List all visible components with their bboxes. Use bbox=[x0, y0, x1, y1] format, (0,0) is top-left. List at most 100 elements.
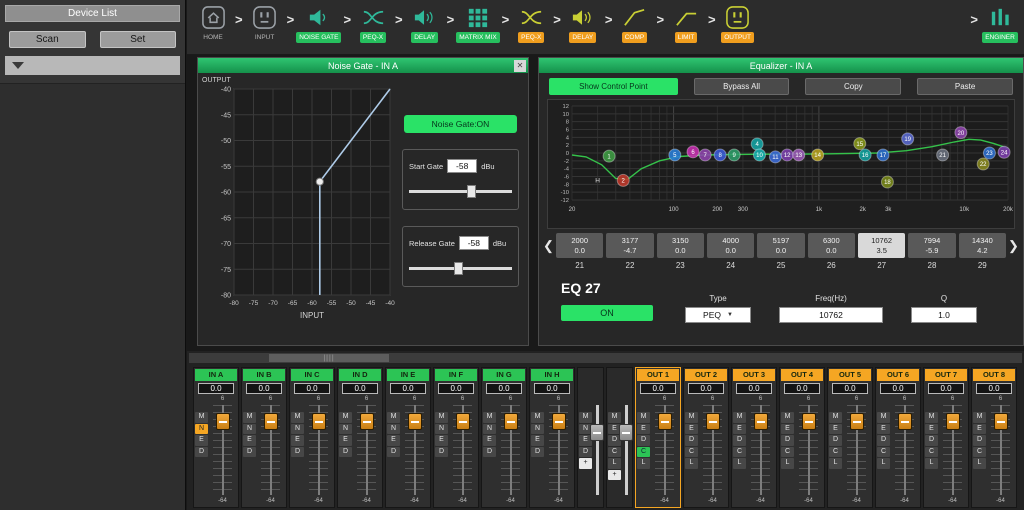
fader[interactable] bbox=[621, 396, 631, 504]
channel-gain-value[interactable]: 0.0 bbox=[534, 383, 570, 394]
fader-handle[interactable] bbox=[590, 424, 604, 441]
eq-point-13[interactable]: 13 bbox=[793, 149, 805, 161]
eq-point-2[interactable]: 2 bbox=[617, 174, 629, 186]
delay-button[interactable]: D bbox=[685, 435, 698, 446]
paste-button[interactable]: Paste bbox=[917, 78, 1013, 95]
close-icon[interactable]: ✕ bbox=[514, 60, 526, 72]
mute-button[interactable]: M bbox=[733, 412, 746, 423]
fader[interactable]: 6-64 bbox=[352, 396, 381, 504]
module-limit[interactable]: LIMIT bbox=[664, 3, 708, 43]
eq-point-9[interactable]: 9 bbox=[728, 149, 740, 161]
channels-scrollbar-handle[interactable]: |||| bbox=[269, 354, 389, 362]
eq-point-5[interactable]: 5 bbox=[669, 149, 681, 161]
band-cell-23[interactable]: 31500.0 bbox=[657, 233, 704, 258]
mute-button[interactable]: M bbox=[435, 412, 448, 423]
delay-button[interactable]: D bbox=[483, 447, 496, 458]
delay-button[interactable]: D bbox=[243, 447, 256, 458]
eq-button[interactable]: E bbox=[195, 435, 208, 446]
module-delay[interactable]: DELAY bbox=[403, 3, 447, 43]
bypass-all-button[interactable]: Bypass All bbox=[694, 78, 790, 95]
mute-button[interactable]: M bbox=[608, 412, 621, 423]
delay-button[interactable]: D bbox=[435, 447, 448, 458]
fader[interactable]: 6-64 bbox=[256, 396, 285, 504]
delay-button[interactable]: D bbox=[579, 447, 592, 458]
eq-button[interactable]: E bbox=[829, 424, 842, 435]
noise-gate-title-bar[interactable]: Noise Gate - IN A ✕ bbox=[198, 58, 528, 73]
comp-button[interactable]: C bbox=[925, 447, 938, 458]
bands-prev-arrow[interactable]: ❮ bbox=[541, 233, 556, 258]
delay-button[interactable]: D bbox=[195, 447, 208, 458]
channel-gain-value[interactable]: 0.0 bbox=[880, 383, 916, 394]
show-control-point-button[interactable]: Show Control Point bbox=[549, 78, 678, 95]
eq-button[interactable]: E bbox=[387, 435, 400, 446]
scan-button[interactable]: Scan bbox=[9, 31, 86, 48]
channel-label[interactable]: OUT 3 bbox=[733, 369, 775, 381]
channel-gain-value[interactable]: 0.0 bbox=[832, 383, 868, 394]
eq-button[interactable]: E bbox=[781, 424, 794, 435]
module-matrix-mix[interactable]: MATRIX MIX bbox=[454, 3, 501, 43]
channel-gain-value[interactable]: 0.0 bbox=[198, 383, 234, 394]
fader[interactable]: 6-64 bbox=[842, 396, 871, 504]
mute-button[interactable]: M bbox=[781, 412, 794, 423]
fader-handle[interactable] bbox=[360, 413, 374, 430]
fader[interactable]: 6-64 bbox=[304, 396, 333, 504]
eq-button[interactable]: E bbox=[877, 424, 890, 435]
noise-gate-button[interactable]: N bbox=[387, 424, 400, 435]
fader-handle[interactable] bbox=[216, 413, 230, 430]
channel-label[interactable]: IN A bbox=[195, 369, 237, 381]
module-peq-x[interactable]: PEQ-X bbox=[351, 3, 395, 43]
eq-point-22[interactable]: 22 bbox=[977, 158, 989, 170]
channel-gain-value[interactable]: 0.0 bbox=[390, 383, 426, 394]
channel-label[interactable]: OUT 8 bbox=[973, 369, 1015, 381]
fader-handle[interactable] bbox=[312, 413, 326, 430]
channel-gain-value[interactable]: 0.0 bbox=[784, 383, 820, 394]
fader[interactable]: 6-64 bbox=[544, 396, 573, 504]
delay-button[interactable]: D bbox=[291, 447, 304, 458]
module-comp[interactable]: COMP bbox=[612, 3, 656, 43]
delay-button[interactable]: D bbox=[339, 447, 352, 458]
mute-button[interactable]: M bbox=[291, 412, 304, 423]
eq-button[interactable]: E bbox=[733, 424, 746, 435]
mute-button[interactable]: M bbox=[925, 412, 938, 423]
fader-handle[interactable] bbox=[994, 413, 1008, 430]
noise-gate-button[interactable]: N bbox=[339, 424, 352, 435]
channel-gain-value[interactable]: 0.0 bbox=[976, 383, 1012, 394]
fader[interactable]: 6-64 bbox=[496, 396, 525, 504]
q-input[interactable]: 1.0 bbox=[911, 307, 977, 323]
eq-graph[interactable]: 121086420-2-4-6-8-10-12201002003001k2k3k… bbox=[547, 99, 1015, 229]
fader-handle[interactable] bbox=[619, 424, 633, 441]
fader[interactable] bbox=[592, 396, 602, 504]
eq-on-button[interactable]: ON bbox=[561, 305, 653, 321]
eq-point-19[interactable]: 19 bbox=[902, 133, 914, 145]
eq-button[interactable]: E bbox=[291, 435, 304, 446]
eq-button[interactable]: E bbox=[531, 435, 544, 446]
mute-button[interactable]: M bbox=[339, 412, 352, 423]
eq-point-18[interactable]: 18 bbox=[881, 176, 893, 188]
channel-gain-value[interactable]: 0.0 bbox=[438, 383, 474, 394]
delay-button[interactable]: D bbox=[829, 435, 842, 446]
eq-button[interactable]: E bbox=[925, 424, 938, 435]
eq-point-14[interactable]: 14 bbox=[812, 149, 824, 161]
channel-gain-value[interactable]: 0.0 bbox=[246, 383, 282, 394]
channel-gain-value[interactable]: 0.0 bbox=[928, 383, 964, 394]
equalizer-title-bar[interactable]: Equalizer - IN A bbox=[539, 58, 1023, 73]
noise-gate-graph[interactable]: -40-45-50-55-60-65-70-75-80-80-75-70-65-… bbox=[198, 73, 398, 334]
fader-handle[interactable] bbox=[850, 413, 864, 430]
eq-point-17[interactable]: 17 bbox=[877, 149, 889, 161]
eq-button[interactable]: E bbox=[685, 424, 698, 435]
fader-handle[interactable] bbox=[754, 413, 768, 430]
channel-gain-value[interactable]: 0.0 bbox=[342, 383, 378, 394]
fader-handle[interactable] bbox=[658, 413, 672, 430]
mute-button[interactable]: M bbox=[637, 412, 650, 423]
eq-point-12[interactable]: 12 bbox=[781, 149, 793, 161]
fader[interactable]: 6-64 bbox=[650, 396, 679, 504]
noise-gate-button[interactable]: N bbox=[291, 424, 304, 435]
channel-label[interactable]: OUT 4 bbox=[781, 369, 823, 381]
eq-point-16[interactable]: 16 bbox=[859, 149, 871, 161]
mute-button[interactable]: M bbox=[243, 412, 256, 423]
module-noise-gate[interactable]: NOISE GATE bbox=[294, 3, 343, 43]
eq-point-24[interactable]: 24 bbox=[998, 146, 1010, 158]
channel-label[interactable]: IN F bbox=[435, 369, 477, 381]
eq-point-1[interactable]: 1 bbox=[603, 150, 615, 162]
channel-gain-value[interactable]: 0.0 bbox=[486, 383, 522, 394]
